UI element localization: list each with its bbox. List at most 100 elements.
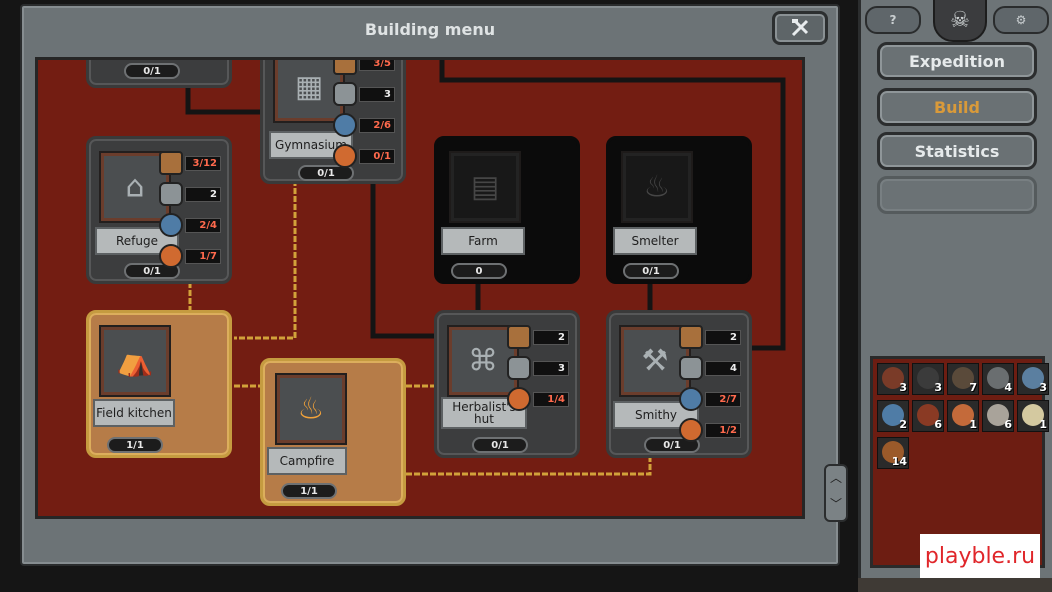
building-card-smelter[interactable]: ♨ Smelter 0/1 xyxy=(606,136,752,284)
gymnasium-icon: ▦ xyxy=(294,69,324,105)
inventory-slot[interactable]: 4 xyxy=(982,363,1014,395)
building-count: 0 xyxy=(451,263,507,279)
slot-quantity: 2 xyxy=(899,418,907,431)
wood-icon xyxy=(679,325,703,349)
building-art: ▤ xyxy=(449,151,521,223)
resource-amount: 3 xyxy=(359,87,395,102)
building-label: Campfire xyxy=(267,447,347,475)
building-card-farm[interactable]: ▤ Farm 0 xyxy=(434,136,580,284)
building-card-herbalists-hut[interactable]: ⌘ Herbalist's hut 0/1 2 3 1/4 xyxy=(434,310,580,458)
resource-amount: 2/4 xyxy=(185,218,221,233)
stone-icon xyxy=(679,356,703,380)
inventory-slot[interactable]: 3 xyxy=(912,363,944,395)
food-icon xyxy=(507,387,531,411)
resource-requirement: 1/7 xyxy=(159,244,221,268)
inventory-slot[interactable]: 3 xyxy=(1017,363,1049,395)
smelter-icon: ♨ xyxy=(643,169,671,205)
food-icon xyxy=(333,144,357,168)
farm-icon: ▤ xyxy=(470,169,500,205)
map-scrollbar[interactable]: ︿ ﹀ xyxy=(824,464,848,522)
nav-statistics-button[interactable]: Statistics xyxy=(877,132,1037,170)
building-count: 0/1 xyxy=(623,263,679,279)
scroll-down-icon[interactable]: ﹀ xyxy=(826,492,846,518)
panel-title: Building menu xyxy=(364,20,496,39)
inventory-slot[interactable]: 6 xyxy=(912,400,944,432)
wood-icon xyxy=(507,325,531,349)
building-card-field-kitchen[interactable]: ⛺ Field kitchen 1/1 xyxy=(86,310,232,458)
campfire-icon: ♨ xyxy=(297,391,325,427)
field-kitchen-icon: ⛺ xyxy=(116,343,154,379)
building-card-top[interactable]: 0/1 xyxy=(86,60,232,88)
resource-requirement: 2 xyxy=(679,325,741,349)
resource-amount: 0/1 xyxy=(359,149,395,164)
building-count: 0/1 xyxy=(124,63,180,79)
resource-amount: 1/2 xyxy=(705,423,741,438)
slot-quantity: 3 xyxy=(934,381,942,394)
skull-emblem-icon: ☠ xyxy=(933,0,987,42)
resource-amount: 2 xyxy=(705,330,741,345)
slot-quantity: 3 xyxy=(899,381,907,394)
inventory-slot[interactable]: 2 xyxy=(877,400,909,432)
slot-quantity: 1 xyxy=(969,418,977,431)
inventory-slot[interactable]: 6 xyxy=(982,400,1014,432)
resource-requirement: 1/2 xyxy=(679,418,741,442)
inventory-slot[interactable]: 7 xyxy=(947,363,979,395)
slot-quantity: 4 xyxy=(1004,381,1012,394)
nav-empty-slot xyxy=(877,176,1037,214)
resource-requirement: 1/4 xyxy=(507,387,569,411)
resource-requirement: 2/7 xyxy=(679,387,741,411)
resource-requirement: 3/5 xyxy=(333,60,395,75)
building-card-smithy[interactable]: ⚒ Smithy 0/1 2 4 2/7 1/2 xyxy=(606,310,752,458)
building-label: Field kitchen xyxy=(93,399,175,427)
slot-quantity: 1 xyxy=(1039,418,1047,431)
building-label: Farm xyxy=(441,227,525,255)
metal-icon xyxy=(679,387,703,411)
resource-requirement: 3/12 xyxy=(159,151,221,175)
building-count: 0/1 xyxy=(472,437,528,453)
building-card-refuge[interactable]: ⌂ Refuge 0/1 3/12 2 2/4 1/7 xyxy=(86,136,232,284)
inventory-slot[interactable]: 1 xyxy=(947,400,979,432)
wood-icon xyxy=(333,60,357,75)
building-art: ⛺ xyxy=(99,325,171,397)
resource-requirement: 2/4 xyxy=(159,213,221,237)
stone-icon xyxy=(507,356,531,380)
resource-requirement: 0/1 xyxy=(333,144,395,168)
slot-quantity: 7 xyxy=(969,381,977,394)
refuge-icon: ⌂ xyxy=(125,169,145,205)
building-card-gymnasium[interactable]: ▦ Gymnasium 0/1 3/5 3 2/6 0/1 xyxy=(260,60,406,184)
slot-quantity: 6 xyxy=(934,418,942,431)
metal-icon xyxy=(159,213,183,237)
resource-amount: 3/12 xyxy=(185,156,221,171)
resource-requirement: 3 xyxy=(507,356,569,380)
resource-requirement: 2 xyxy=(507,325,569,349)
building-label: Smelter xyxy=(613,227,697,255)
watermark: playble.ru xyxy=(920,534,1040,578)
resource-amount: 1/4 xyxy=(533,392,569,407)
nav-expedition-button[interactable]: Expedition xyxy=(877,42,1037,80)
close-button[interactable] xyxy=(772,11,828,45)
herbalists-hut-icon: ⌘ xyxy=(468,343,498,379)
building-card-campfire[interactable]: ♨ Campfire 1/1 xyxy=(260,358,406,506)
slot-quantity: 3 xyxy=(1039,381,1047,394)
scroll-up-icon[interactable]: ︿ xyxy=(826,466,846,492)
stone-icon xyxy=(333,82,357,106)
settings-button[interactable]: ⚙ xyxy=(993,6,1049,34)
inventory-slot[interactable]: 1 xyxy=(1017,400,1049,432)
building-tree-map: 0/1 ▦ Gymnasium 0/1 3/5 3 2/6 0/1 ⌂ Refuge … xyxy=(35,57,805,519)
help-icon: ? xyxy=(889,13,897,27)
resource-amount: 3 xyxy=(533,361,569,376)
resource-amount: 2 xyxy=(185,187,221,202)
resource-amount: 2/6 xyxy=(359,118,395,133)
smithy-icon: ⚒ xyxy=(641,343,669,379)
food-icon xyxy=(159,244,183,268)
inventory-slot[interactable]: 14 xyxy=(877,437,909,469)
inventory-slot[interactable]: 3 xyxy=(877,363,909,395)
nav-build-button[interactable]: Build xyxy=(877,88,1037,126)
wood-icon xyxy=(159,151,183,175)
resource-amount: 2/7 xyxy=(705,392,741,407)
metal-icon xyxy=(333,113,357,137)
building-count: 1/1 xyxy=(107,437,163,453)
help-button[interactable]: ? xyxy=(865,6,921,34)
slot-quantity: 14 xyxy=(891,455,907,468)
resource-amount: 3/5 xyxy=(359,60,395,71)
